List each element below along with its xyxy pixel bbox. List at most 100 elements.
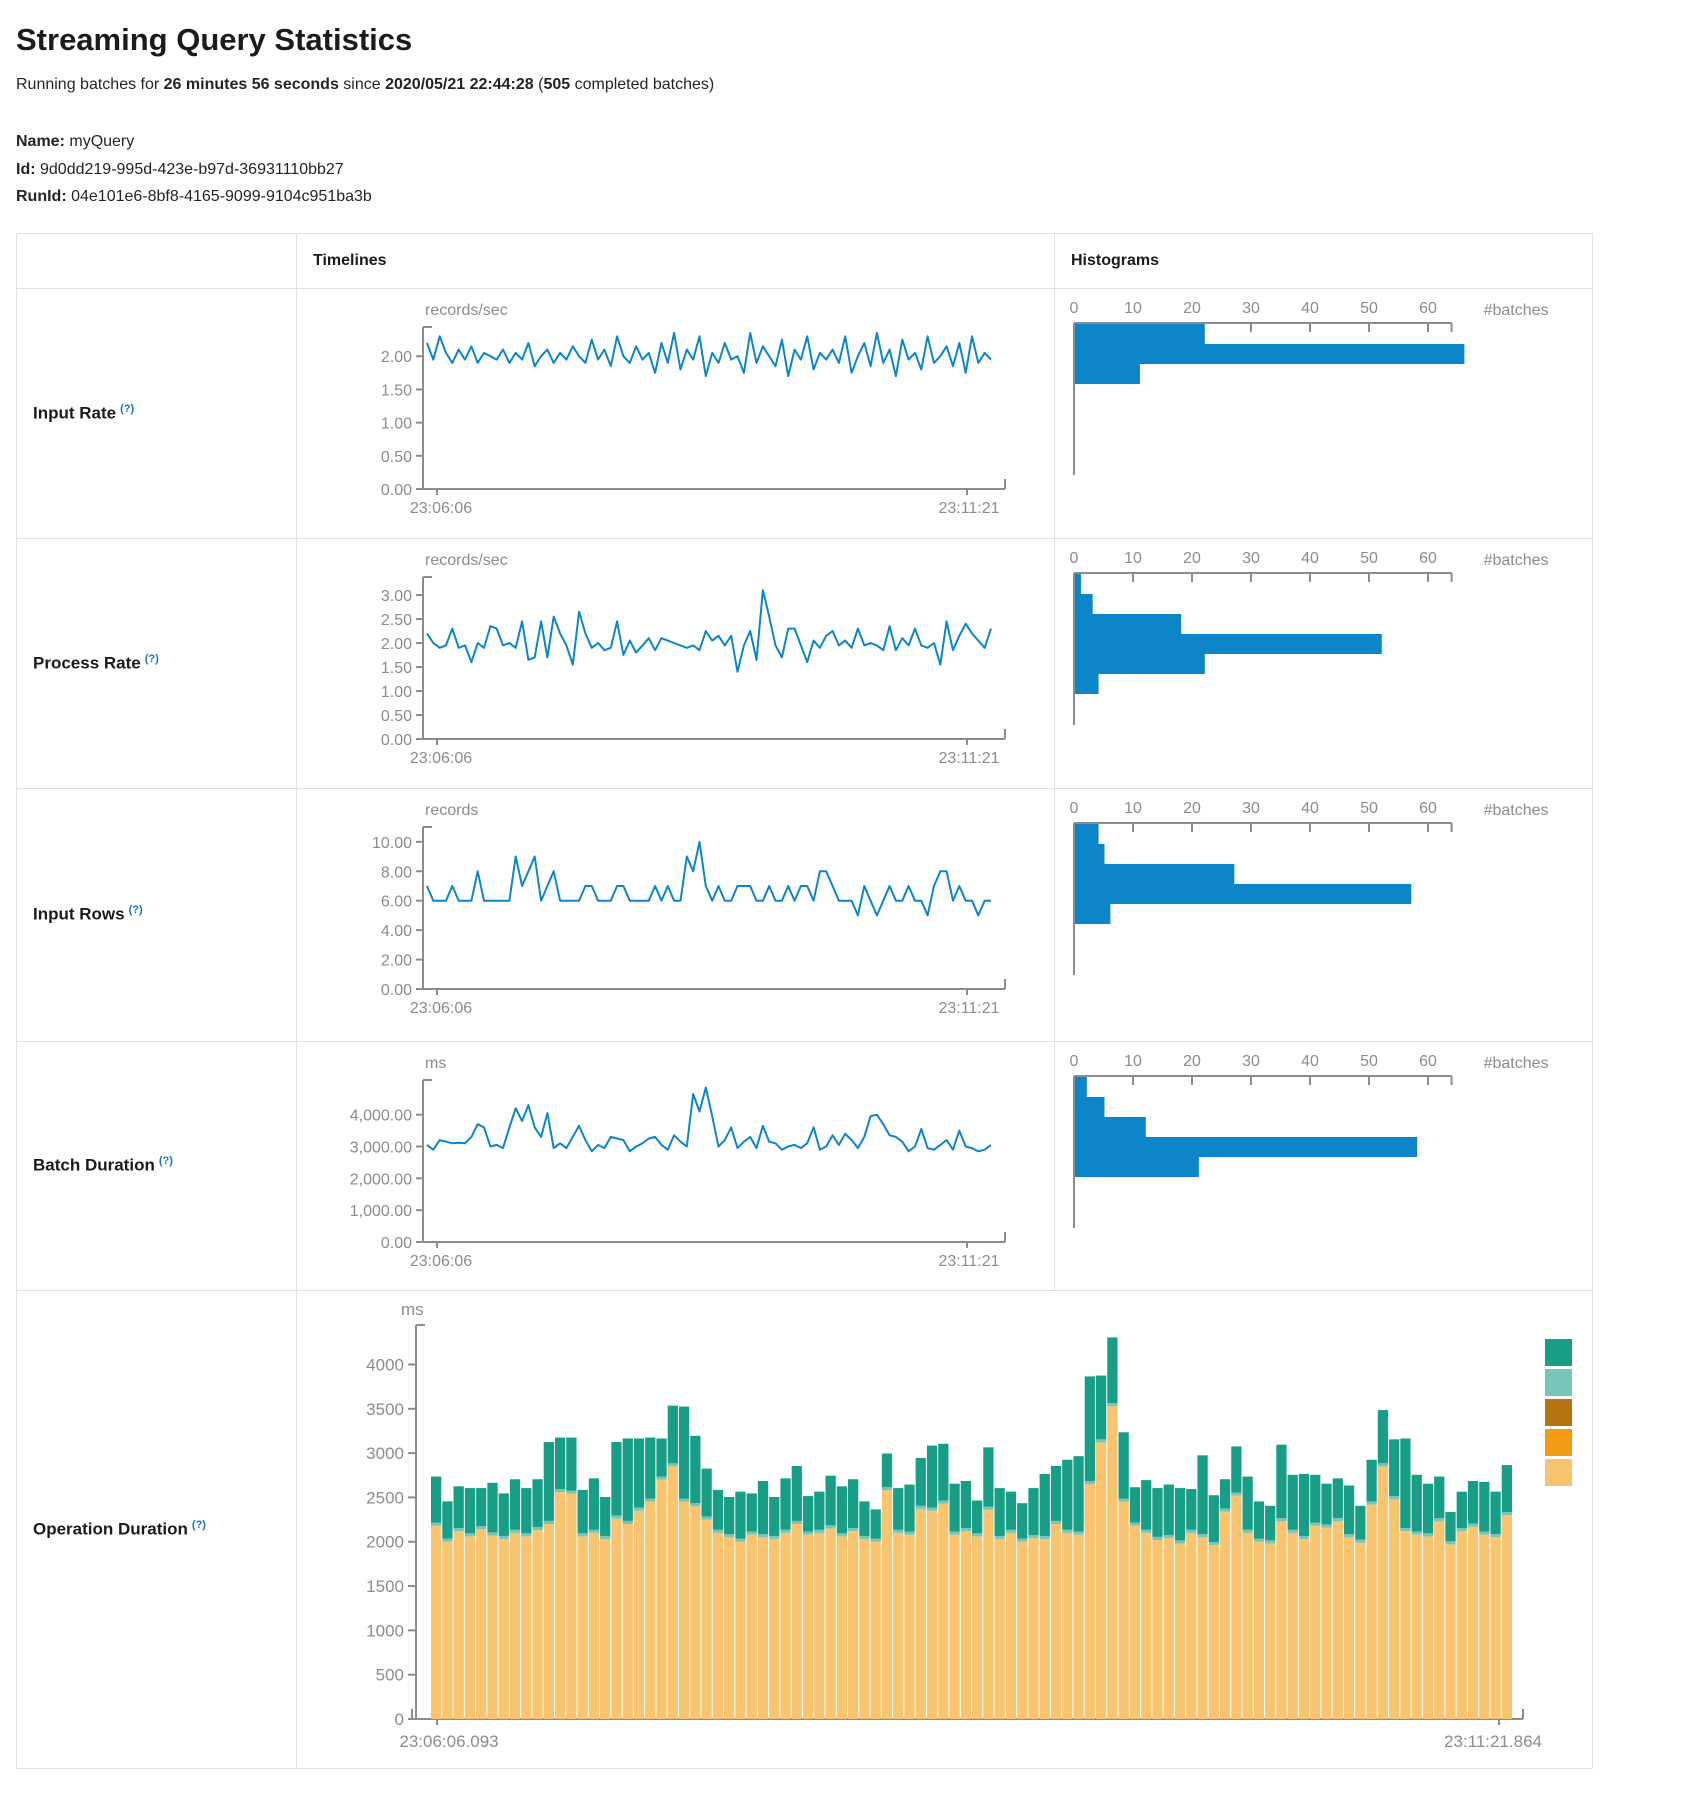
svg-text:0: 0 bbox=[1070, 800, 1079, 817]
svg-text:30: 30 bbox=[1242, 800, 1260, 817]
svg-text:0: 0 bbox=[395, 1710, 404, 1729]
query-id-label: Id: bbox=[16, 161, 36, 178]
svg-text:0: 0 bbox=[1070, 1053, 1079, 1070]
svg-text:4000: 4000 bbox=[366, 1355, 404, 1374]
svg-text:0.00: 0.00 bbox=[381, 732, 412, 749]
svg-text:2.00: 2.00 bbox=[381, 952, 412, 969]
svg-text:500: 500 bbox=[376, 1665, 404, 1684]
svg-text:50: 50 bbox=[1360, 550, 1378, 567]
svg-text:23:11:21: 23:11:21 bbox=[938, 1000, 999, 1017]
svg-text:2.00: 2.00 bbox=[381, 636, 412, 653]
histogram-svg: 0102030405060#batches bbox=[1059, 543, 1593, 775]
svg-text:4.00: 4.00 bbox=[381, 923, 412, 940]
batch-duration-help-icon[interactable]: (?) bbox=[159, 1155, 173, 1167]
timeline-svg: records/sec0.000.501.001.502.0023:06:062… bbox=[301, 293, 1045, 525]
query-runid-value: 04e101e6-8bf8-4165-9099-9104c951ba3b bbox=[71, 188, 372, 205]
summary-prefix: Running batches for bbox=[16, 76, 164, 93]
query-id-value: 9d0dd219-995d-423e-b97d-36931110bb27 bbox=[40, 161, 344, 178]
svg-text:60: 60 bbox=[1419, 550, 1437, 567]
svg-text:ms: ms bbox=[401, 1300, 424, 1319]
svg-text:0.50: 0.50 bbox=[381, 448, 412, 465]
svg-text:1000: 1000 bbox=[366, 1621, 404, 1640]
svg-text:records/sec: records/sec bbox=[425, 302, 508, 319]
batch-duration-histogram-chart: 0102030405060#batches bbox=[1055, 1041, 1593, 1290]
process-rate-help-icon[interactable]: (?) bbox=[145, 653, 159, 665]
svg-text:1.00: 1.00 bbox=[381, 415, 412, 432]
operation-duration-svg: ms0500100015002000250030003500400023:06:… bbox=[301, 1295, 1597, 1763]
metric-label-input-rate: Input Rate(?) bbox=[17, 288, 297, 538]
legend-swatch-tan bbox=[1545, 1459, 1572, 1486]
metric-label-operation-duration: Operation Duration(?) bbox=[17, 1290, 297, 1768]
query-runid-line: RunId: 04e101e6-8bf8-4165-9099-9104c951b… bbox=[16, 188, 372, 205]
operation-duration-help-icon[interactable]: (?) bbox=[192, 1519, 206, 1531]
table-row-input-rate: Input Rate(?) records/sec0.000.501.001.5… bbox=[17, 288, 1593, 538]
svg-text:40: 40 bbox=[1301, 550, 1319, 567]
input-rows-histogram-chart: 0102030405060#batches bbox=[1055, 788, 1593, 1041]
histogram-svg: 0102030405060#batches bbox=[1059, 293, 1593, 525]
svg-text:2,000.00: 2,000.00 bbox=[350, 1171, 412, 1188]
svg-text:23:06:06: 23:06:06 bbox=[410, 750, 472, 767]
svg-text:30: 30 bbox=[1242, 550, 1260, 567]
streaming-query-statistics-page: Streaming Query Statistics Running batch… bbox=[0, 0, 1693, 1777]
svg-text:23:06:06: 23:06:06 bbox=[410, 1253, 472, 1270]
svg-text:50: 50 bbox=[1360, 1053, 1378, 1070]
svg-text:6.00: 6.00 bbox=[381, 893, 412, 910]
process-rate-timeline-chart: records/sec0.000.501.001.502.002.503.002… bbox=[297, 538, 1055, 788]
svg-text:30: 30 bbox=[1242, 300, 1260, 317]
svg-text:23:06:06.093: 23:06:06.093 bbox=[399, 1732, 498, 1751]
running-batches-summary: Running batches for 26 minutes 56 second… bbox=[16, 76, 1677, 94]
svg-text:#batches: #batches bbox=[1484, 302, 1549, 319]
input-rate-help-icon[interactable]: (?) bbox=[120, 403, 134, 415]
histogram-svg: 0102030405060#batches bbox=[1059, 1046, 1593, 1278]
input-rate-timeline-chart: records/sec0.000.501.001.502.0023:06:062… bbox=[297, 288, 1055, 538]
table-row-input-rows: Input Rows(?) records0.002.004.006.008.0… bbox=[17, 788, 1593, 1041]
svg-text:30: 30 bbox=[1242, 1053, 1260, 1070]
svg-text:50: 50 bbox=[1360, 800, 1378, 817]
summary-since: since bbox=[339, 76, 385, 93]
summary-batch-count: 505 bbox=[543, 76, 570, 93]
query-runid-label: RunId: bbox=[16, 188, 67, 205]
svg-text:40: 40 bbox=[1301, 300, 1319, 317]
legend-swatch-orange bbox=[1545, 1429, 1572, 1456]
svg-text:#batches: #batches bbox=[1484, 1055, 1549, 1072]
timeline-svg: ms0.001,000.002,000.003,000.004,000.0023… bbox=[301, 1046, 1045, 1278]
svg-text:23:11:21: 23:11:21 bbox=[938, 500, 999, 517]
page-title: Streaming Query Statistics bbox=[16, 22, 1677, 58]
svg-text:10: 10 bbox=[1124, 800, 1142, 817]
statistics-table: Timelines Histograms Input Rate(?) recor… bbox=[16, 233, 1593, 1769]
svg-text:23:06:06: 23:06:06 bbox=[410, 500, 472, 517]
svg-text:10: 10 bbox=[1124, 300, 1142, 317]
svg-text:3.00: 3.00 bbox=[381, 588, 412, 605]
header-empty bbox=[17, 233, 297, 288]
svg-text:1.00: 1.00 bbox=[381, 684, 412, 701]
query-metadata: Name: myQuery Id: 9d0dd219-995d-423e-b97… bbox=[16, 128, 1677, 211]
svg-text:records: records bbox=[425, 802, 478, 819]
summary-duration: 26 minutes 56 seconds bbox=[164, 76, 339, 93]
svg-text:20: 20 bbox=[1183, 800, 1201, 817]
svg-text:0: 0 bbox=[1070, 300, 1079, 317]
input-rows-timeline-chart: records0.002.004.006.008.0010.0023:06:06… bbox=[297, 788, 1055, 1041]
header-histograms: Histograms bbox=[1055, 233, 1593, 288]
svg-text:10: 10 bbox=[1124, 1053, 1142, 1070]
query-name-line: Name: myQuery bbox=[16, 133, 134, 150]
svg-text:3000: 3000 bbox=[366, 1444, 404, 1463]
metric-label-process-rate: Process Rate(?) bbox=[17, 538, 297, 788]
svg-text:23:11:21: 23:11:21 bbox=[938, 750, 999, 767]
header-timelines: Timelines bbox=[297, 233, 1055, 288]
summary-open-paren: ( bbox=[534, 76, 544, 93]
legend-swatch-green bbox=[1545, 1339, 1572, 1366]
timeline-svg: records0.002.004.006.008.0010.0023:06:06… bbox=[301, 793, 1045, 1025]
table-row-operation-duration: Operation Duration(?) ms 0 500 1000 1500 2000… bbox=[17, 1290, 1593, 1768]
svg-text:23:11:21: 23:11:21 bbox=[938, 1253, 999, 1270]
svg-text:0: 0 bbox=[1070, 550, 1079, 567]
svg-text:10: 10 bbox=[1124, 550, 1142, 567]
svg-text:23:06:06: 23:06:06 bbox=[410, 1000, 472, 1017]
input-rows-help-icon[interactable]: (?) bbox=[129, 904, 143, 916]
operation-duration-stacked-chart: ms0500100015002000250030003500400023:06:… bbox=[297, 1290, 1593, 1768]
svg-text:2000: 2000 bbox=[366, 1532, 404, 1551]
svg-text:1.50: 1.50 bbox=[381, 382, 412, 399]
svg-text:1500: 1500 bbox=[366, 1577, 404, 1596]
svg-text:8.00: 8.00 bbox=[381, 864, 412, 881]
process-rate-histogram-chart: 0102030405060#batches bbox=[1055, 538, 1593, 788]
legend-swatch-light-teal bbox=[1545, 1369, 1572, 1396]
